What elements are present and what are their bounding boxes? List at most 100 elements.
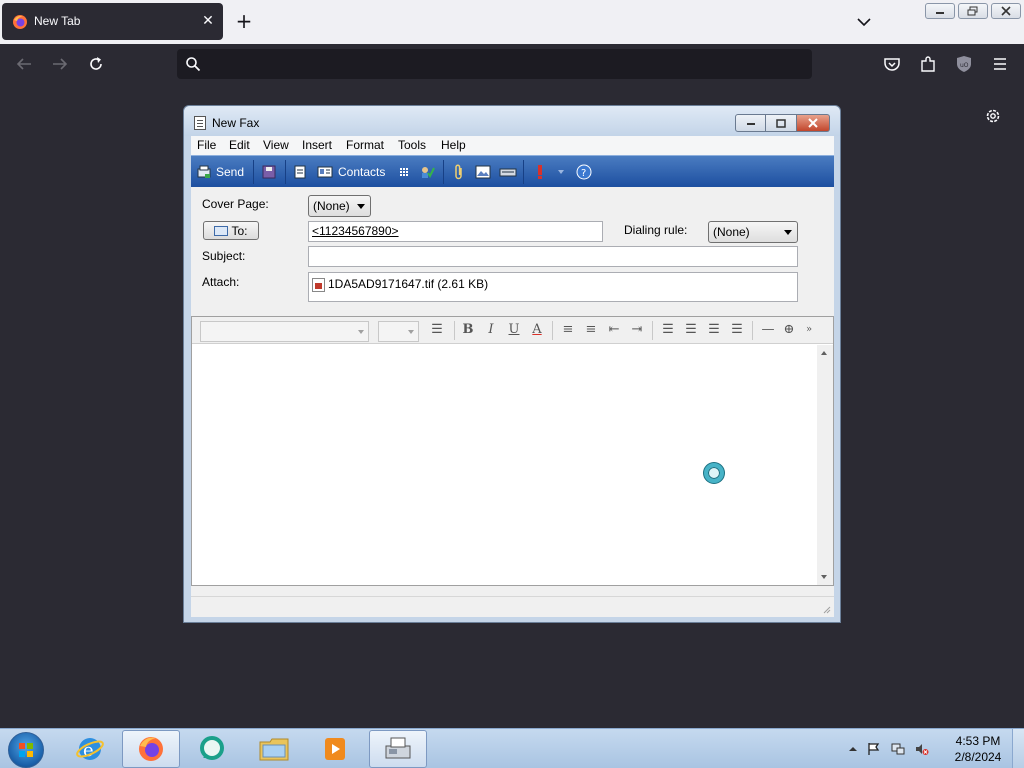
browser-tab-strip: New Tab ✕ + [0,0,1024,44]
fax-body-text-area[interactable] [192,345,817,585]
decrease-indent-icon[interactable]: ⇤ [605,322,623,338]
toolbar-separator [523,160,524,184]
dialing-rule-select[interactable]: (None) [708,221,798,243]
taskbar-app-3[interactable] [183,730,241,768]
cover-page-label: Cover Page: [202,197,269,211]
resize-grip-icon[interactable] [821,604,831,614]
increase-indent-icon[interactable]: ⇥ [628,322,646,338]
pocket-button[interactable] [882,54,902,74]
fax-title-bar[interactable]: New Fax [184,106,840,136]
ublock-button[interactable]: uO [954,54,974,74]
minimize-button[interactable] [925,3,955,19]
fax-header-form: Cover Page: (None) To: <11234567890> Dia… [191,187,834,315]
toolbar-separator [752,321,753,340]
address-card-icon [214,225,229,236]
taskbar-media-player[interactable] [306,730,364,768]
taskbar-windows-explorer[interactable] [245,730,303,768]
chevron-down-icon[interactable] [854,12,874,32]
to-button[interactable]: To: [203,221,259,240]
scan-page-button[interactable] [499,163,517,181]
cover-page-button[interactable] [294,163,306,181]
taskbar-fax-and-scan[interactable] [369,730,427,768]
insert-picture-button[interactable] [475,163,491,181]
fax-minimize-button[interactable] [735,114,766,132]
start-button[interactable] [8,732,44,768]
insert-picture-icon[interactable]: ⊕ [780,322,798,338]
numbered-list-icon[interactable]: ≡ [559,322,577,338]
to-field[interactable]: <11234567890> [308,221,603,242]
save-button[interactable] [262,163,276,181]
bold-icon[interactable]: B [459,322,477,338]
justify-icon[interactable]: ☰ [728,322,746,338]
attachment-item[interactable]: 1DA5AD9171647.tif (2.61 KB) [328,277,488,291]
close-window-button[interactable] [991,3,1021,19]
scroll-up-icon[interactable] [821,351,827,355]
menu-file[interactable]: File [197,138,216,152]
back-button[interactable] [14,54,34,74]
toolbar-separator [253,160,254,184]
scroll-down-icon[interactable] [821,575,827,579]
more-icon[interactable]: » [802,322,816,338]
menu-tools[interactable]: Tools [398,138,426,152]
menu-view[interactable]: View [263,138,289,152]
contacts-button[interactable]: Contacts [317,163,385,181]
cover-page-select[interactable]: (None) [308,195,371,217]
tab-new-tab[interactable]: New Tab ✕ [2,3,223,40]
gear-icon[interactable] [984,107,1002,125]
clock[interactable]: 4:53 PM 2/8/2024 [943,733,1013,765]
font-color-icon[interactable]: A [528,322,546,338]
extensions-button[interactable] [918,54,938,74]
send-button[interactable]: Send [197,163,244,181]
align-center-icon[interactable]: ☰ [682,322,700,338]
dialing-pad-button[interactable] [398,163,410,181]
align-left-icon[interactable]: ☰ [659,322,677,338]
menu-edit[interactable]: Edit [229,138,250,152]
forward-button[interactable] [50,54,70,74]
new-tab-button[interactable]: + [234,11,254,31]
font-name-select[interactable] [200,321,369,342]
address-bar[interactable] [177,49,812,79]
line-spacing-icon[interactable]: ☰ [428,322,446,338]
editor-scrollbar[interactable] [817,345,833,585]
align-right-icon[interactable]: ☰ [705,322,723,338]
puzzle-icon [921,56,935,72]
chevron-down-icon [358,330,364,334]
show-desktop-button[interactable] [1012,729,1024,768]
italic-icon[interactable]: I [482,322,500,338]
horizontal-line-icon[interactable]: — [759,322,777,338]
close-tab-icon[interactable]: ✕ [200,13,216,29]
help-button[interactable]: ? [576,163,592,181]
scanner-icon [499,168,517,177]
url-input[interactable] [209,53,799,75]
image-file-icon [312,278,325,292]
chevron-up-icon[interactable] [846,742,860,756]
toolbar-separator [285,160,286,184]
chevron-down-icon [408,330,414,334]
volume-muted-icon[interactable] [915,742,929,756]
bullet-list-icon[interactable]: ≡ [582,322,600,338]
subject-field[interactable] [308,246,798,267]
restore-button[interactable] [958,3,988,19]
network-icon[interactable] [891,742,905,756]
fax-body-editor: ☰ B I U A ≡ ≡ ⇤ ⇥ ☰ ☰ ☰ ☰ — ⊕ » [191,316,834,586]
taskbar-internet-explorer[interactable]: e [61,730,119,768]
reload-button[interactable] [86,54,106,74]
system-tray: 4:53 PM 2/8/2024 [843,729,1024,768]
app-menu-button[interactable] [990,54,1010,74]
check-names-button[interactable] [419,163,435,181]
picture-icon [475,165,491,179]
menu-format[interactable]: Format [346,138,384,152]
menu-help[interactable]: Help [441,138,466,152]
font-size-select[interactable] [378,321,419,342]
fax-close-button[interactable] [797,114,830,132]
attach-field[interactable]: 1DA5AD9171647.tif (2.61 KB) [308,272,798,302]
action-center-flag-icon[interactable] [867,742,881,756]
underline-icon[interactable]: U [505,322,523,338]
reload-icon [90,57,102,70]
menu-insert[interactable]: Insert [302,138,332,152]
priority-dropdown[interactable] [557,163,565,181]
priority-button[interactable] [536,163,544,181]
attach-button[interactable] [453,163,465,181]
taskbar-firefox[interactable] [122,730,180,768]
fax-maximize-button[interactable] [766,114,797,132]
